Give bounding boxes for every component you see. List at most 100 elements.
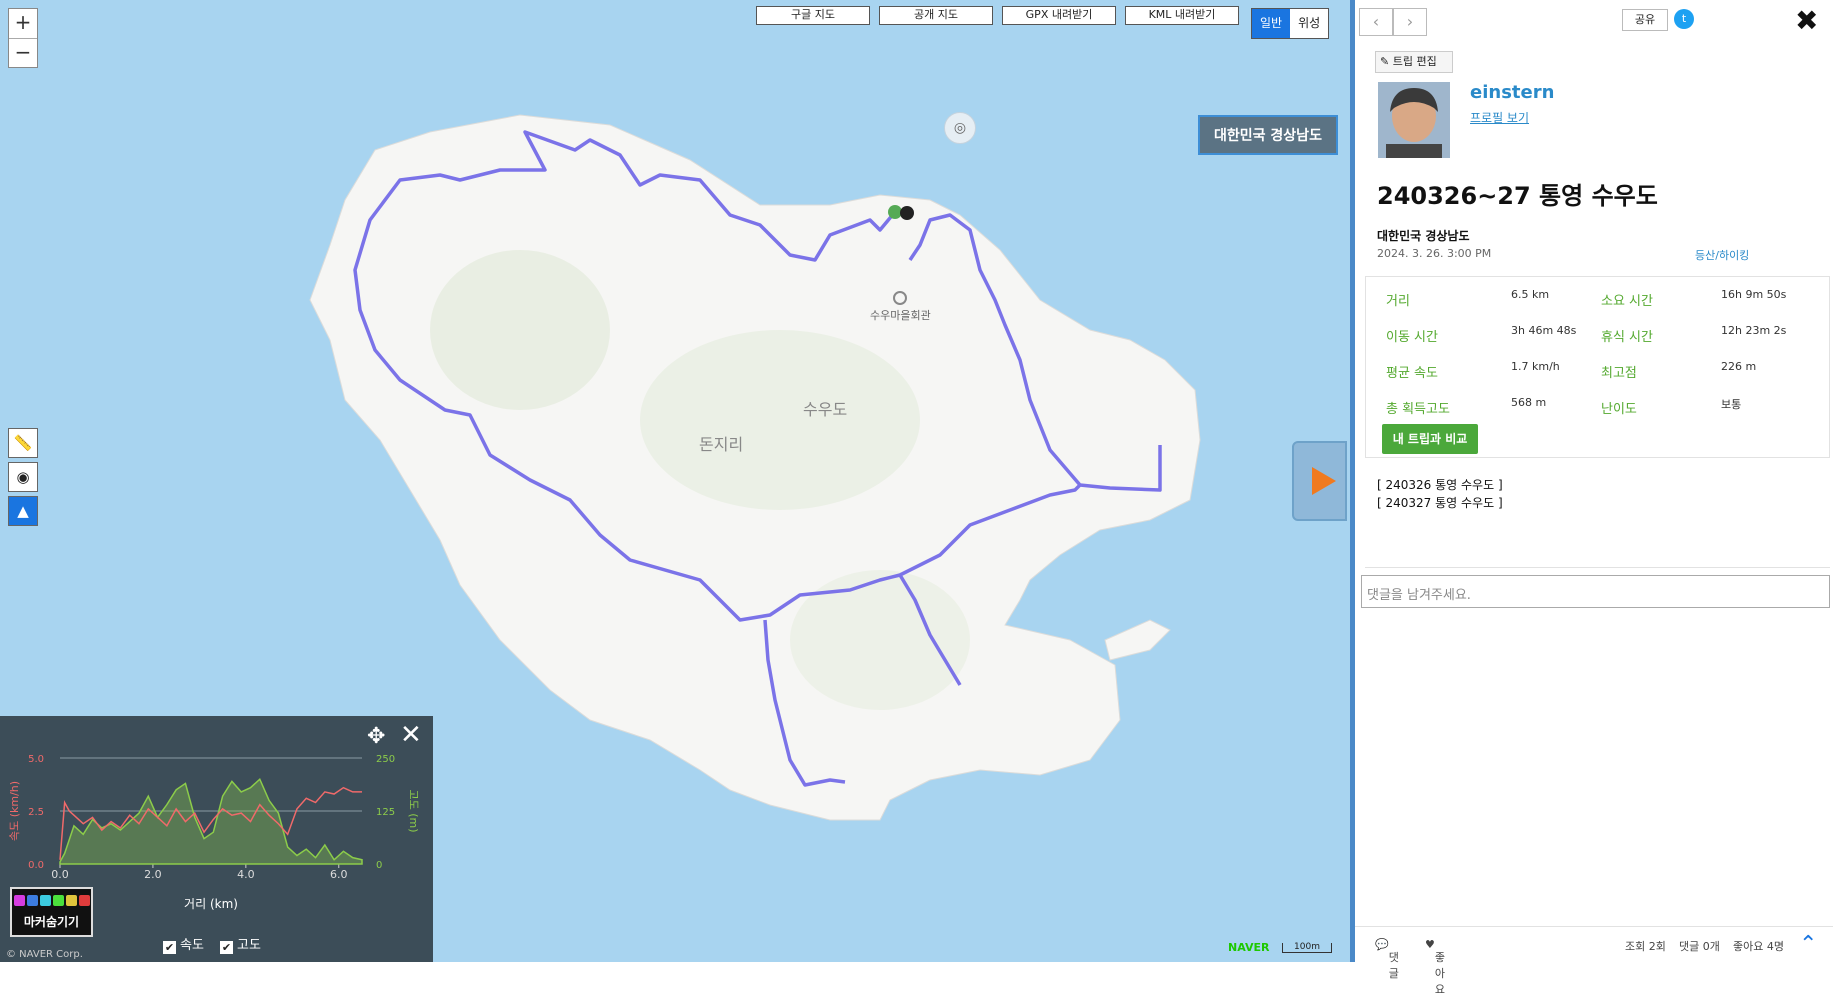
x-tick-label: 2.0 <box>144 868 162 881</box>
map-type-satellite[interactable]: 위성 <box>1290 9 1328 38</box>
elevation-chart-icon[interactable]: ▲ <box>8 496 38 526</box>
comment-count: 댓글 0개 <box>1679 940 1720 953</box>
marker-icons <box>12 889 91 909</box>
stat-label: 이동 시간 <box>1386 330 1438 345</box>
stat-value: 16h 9m 50s <box>1721 288 1787 301</box>
stat-label: 난이도 <box>1601 402 1637 417</box>
elevation-speed-chart: 0.0 2.5 5.0 0 125 250 0.0 2.0 4.0 6.0 거리 (km) 속도 (k… <box>8 754 420 911</box>
comment-input[interactable]: 댓글을 남겨주세요. <box>1361 575 1830 608</box>
stat-value: 3h 46m 48s <box>1511 324 1577 337</box>
marker-type-icon <box>13 895 25 906</box>
gpx-download-button[interactable]: GPX 내려받기 <box>1002 6 1116 25</box>
avatar[interactable] <box>1378 82 1450 158</box>
scale-bar: 100m <box>1282 943 1332 953</box>
stat-value: 568 m <box>1511 396 1547 409</box>
y-right-tick-label: 125 <box>376 807 395 818</box>
naver-logo: NAVER <box>1228 941 1270 954</box>
small-islet <box>1104 619 1171 661</box>
x-tick-label: 6.0 <box>330 868 348 881</box>
x-tick-label: 4.0 <box>237 868 255 881</box>
kml-download-button[interactable]: KML 내려받기 <box>1125 6 1239 25</box>
poi-label: 수우마을회관 <box>870 309 931 322</box>
stat-label: 총 획득고도 <box>1386 402 1450 417</box>
twitter-icon[interactable]: t <box>1674 9 1694 29</box>
comment-label: 댓글 <box>1388 951 1399 980</box>
marker-type-icon <box>78 895 90 906</box>
next-button[interactable]: › <box>1393 8 1427 36</box>
stat-value: 1.7 km/h <box>1511 360 1560 373</box>
edit-trip-button[interactable]: ✎ 트립 편집 <box>1375 51 1453 73</box>
hide-markers-label: 마커숨기기 <box>23 915 80 929</box>
finish-marker[interactable] <box>900 206 914 220</box>
trip-title: 240326~27 통영 수우도 <box>1377 182 1658 210</box>
x-axis-label: 거리 (km) <box>184 897 238 911</box>
start-marker[interactable] <box>888 205 902 219</box>
sub-trip-link[interactable]: [ 240326 통영 수우도 ] <box>1377 476 1503 493</box>
x-tick-label: 0.0 <box>51 868 69 881</box>
forest-shade <box>790 570 970 710</box>
sub-trip-link[interactable]: [ 240327 통영 수우도 ] <box>1377 494 1503 511</box>
stat-value: 보통 <box>1721 398 1742 411</box>
panel-footer: 💬 댓글 ♥ 좋아요 조회 2회 댓글 0개 좋아요 4명 ⌃ <box>1355 926 1833 996</box>
play-button[interactable] <box>1292 441 1347 521</box>
like-label: 좋아요 <box>1434 951 1445 996</box>
stat-value: 226 m <box>1721 360 1757 373</box>
y-left-tick-label: 2.5 <box>28 807 44 818</box>
scroll-top-icon[interactable]: ⌃ <box>1799 932 1817 957</box>
compare-button[interactable]: 내 트립과 비교 <box>1382 424 1478 454</box>
y-right-axis-label: 고도 (m) <box>407 789 420 832</box>
zoom-control: + − <box>8 8 38 68</box>
map-type-normal[interactable]: 일반 <box>1252 9 1291 38</box>
trip-place: 대한민국 경상남도 <box>1377 229 1470 243</box>
speed-checkbox[interactable]: ✔ 속도 <box>163 934 204 954</box>
check-icon: ✔ <box>220 941 233 954</box>
stat-value: 12h 23m 2s <box>1721 324 1787 337</box>
avatar-image <box>1378 82 1450 158</box>
ruler-icon[interactable]: 📏 <box>8 428 38 458</box>
y-right-tick-label: 0 <box>376 860 382 871</box>
y-left-tick-label: 0.0 <box>28 860 44 871</box>
divider <box>1365 567 1830 568</box>
view-count: 조회 2회 <box>1625 940 1666 953</box>
y-right-tick-label: 250 <box>376 754 395 765</box>
google-map-button[interactable]: 구글 지도 <box>756 6 870 25</box>
elevation-chart-panel: ✥ ✕ 0.0 2.5 5.0 0 125 250 0.0 2.0 4.0 6.0 거리 (km) 속… <box>0 716 433 962</box>
like-count: 좋아요 4명 <box>1733 940 1784 953</box>
trip-category[interactable]: 등산/하이킹 <box>1695 247 1749 263</box>
comment-button[interactable]: 💬 댓글 <box>1375 938 1399 980</box>
profile-link[interactable]: 프로필 보기 <box>1470 109 1529 126</box>
stat-label: 휴식 시간 <box>1601 330 1653 345</box>
altitude-checkbox[interactable]: ✔ 고도 <box>220 934 261 954</box>
forest-shade <box>430 250 610 410</box>
trip-date: 2024. 3. 26. 3:00 PM <box>1377 247 1492 260</box>
zoom-out-button[interactable]: − <box>9 38 37 67</box>
map-type-toggle: 일반 위성 <box>1251 8 1330 39</box>
village-label: 돈지리 <box>699 435 744 454</box>
altitude-checkbox-label: 고도 <box>237 938 261 953</box>
prev-button[interactable]: ‹ <box>1359 8 1393 36</box>
map-view[interactable]: + − 구글 지도 공개 지도 GPX 내려받기 KML 내려받기 일반 위성 … <box>0 0 1350 962</box>
share-button[interactable]: 공유 <box>1622 9 1668 31</box>
marker-type-icon <box>65 895 77 906</box>
marker-type-icon <box>26 895 38 906</box>
check-icon: ✔ <box>163 941 176 954</box>
area-measure-icon[interactable]: ◉ <box>8 462 38 492</box>
edit-trip-label: 트립 편집 <box>1392 55 1437 68</box>
marker-type-icon <box>52 895 64 906</box>
close-panel-button[interactable]: ✖ <box>1795 4 1818 37</box>
like-button[interactable]: ♥ 좋아요 <box>1425 938 1445 996</box>
stat-label: 거리 <box>1386 294 1410 309</box>
trip-detail-panel: ‹ › 공유 t ✖ ✎ 트립 편집 einstern 프로필 보기 24032… <box>1350 0 1833 996</box>
zoom-in-button[interactable]: + <box>9 9 37 38</box>
stat-label: 평균 속도 <box>1386 366 1438 381</box>
username-link[interactable]: einstern <box>1470 82 1554 103</box>
marker-type-icon <box>39 895 51 906</box>
hide-markers-button[interactable]: 마커숨기기 <box>10 887 93 937</box>
stat-label: 소요 시간 <box>1601 294 1653 309</box>
public-map-button[interactable]: 공개 지도 <box>879 6 993 25</box>
copyright: © NAVER Corp. <box>6 949 83 960</box>
region-label: 대한민국 경상남도 <box>1198 115 1338 155</box>
play-icon <box>1312 467 1336 495</box>
recenter-icon[interactable]: ◎ <box>944 112 976 144</box>
stat-label: 최고점 <box>1601 366 1637 381</box>
